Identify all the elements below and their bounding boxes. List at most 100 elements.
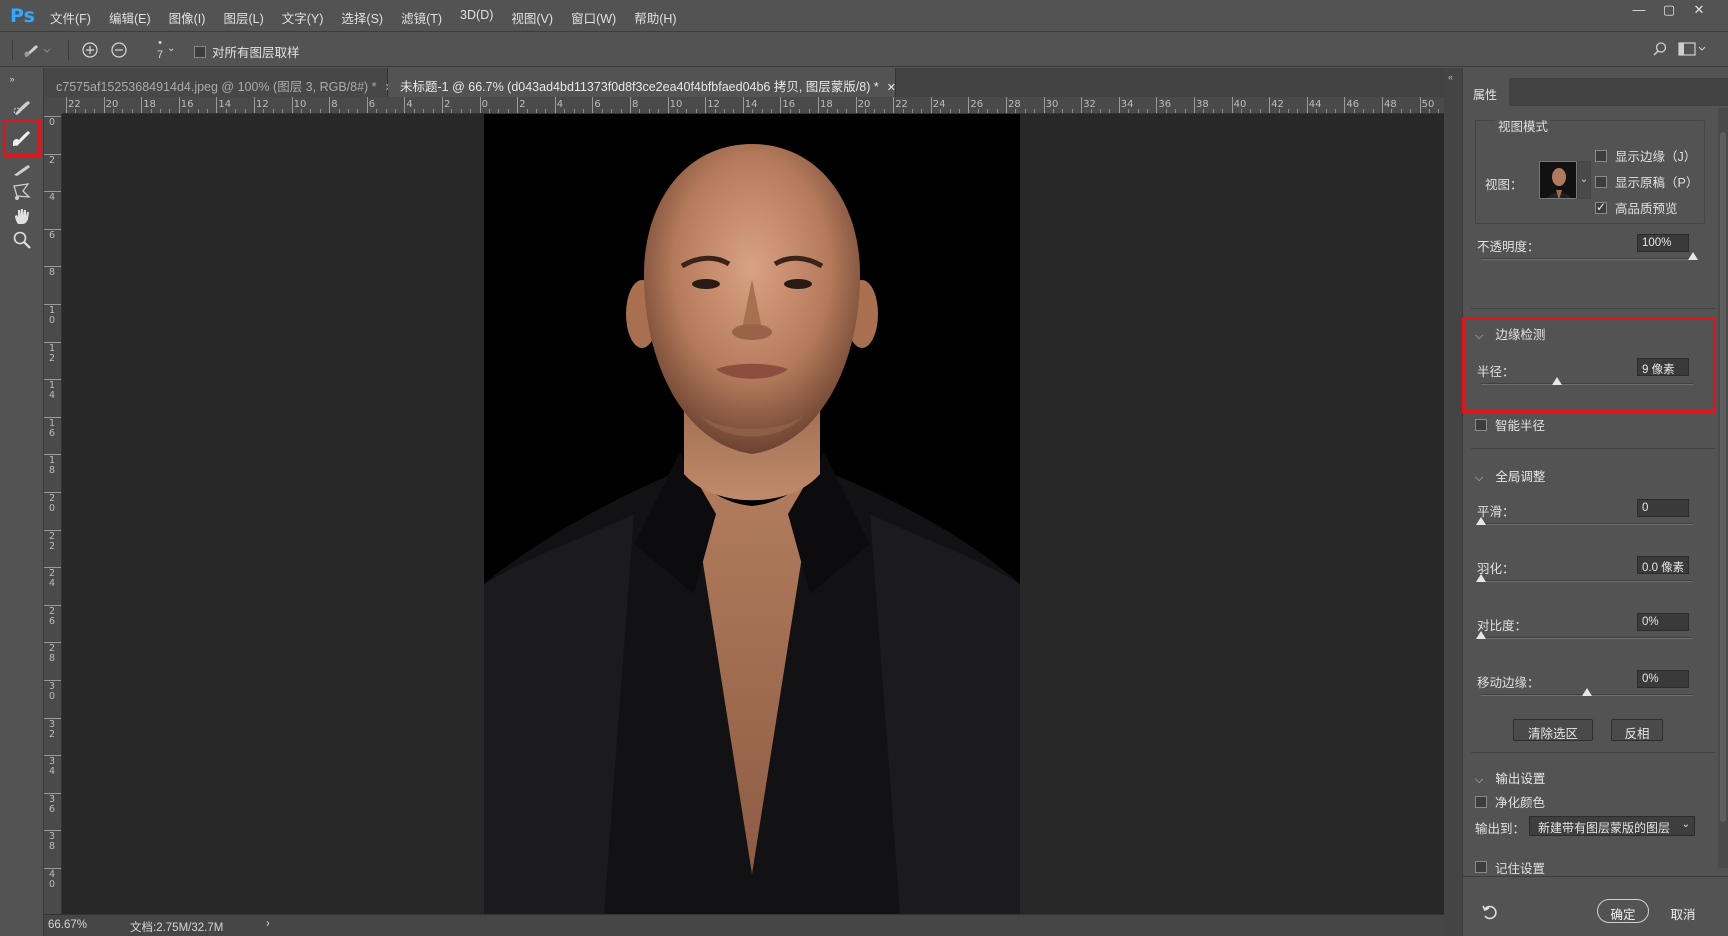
shift-edge-input[interactable]: 0%: [1637, 670, 1689, 688]
canvas-area[interactable]: [62, 114, 1444, 914]
ruler-minor-tick: [169, 109, 171, 113]
close-button[interactable]: ✕: [1684, 2, 1714, 18]
menu-view[interactable]: 视图(V): [511, 8, 553, 27]
sample-all-layers-option[interactable]: 对所有图层取样: [194, 42, 300, 61]
opacity-slider-thumb[interactable]: [1688, 252, 1698, 260]
close-icon[interactable]: ✕: [887, 82, 896, 94]
menu-edit[interactable]: 编辑(E): [109, 8, 151, 27]
smart-radius-checkbox[interactable]: [1475, 418, 1487, 431]
global-adjustments-header[interactable]: ⌵ 全局调整: [1475, 466, 1545, 485]
zoom-tool-icon[interactable]: [9, 228, 35, 252]
ruler-tick: [1306, 97, 1308, 113]
sample-all-layers-checkbox[interactable]: [194, 45, 206, 58]
smart-radius-option[interactable]: 智能半径: [1475, 415, 1545, 434]
contrast-slider-track[interactable]: [1481, 637, 1693, 639]
tab-document-1[interactable]: c7575af15253684914d4.jpeg @ 100% (图层 3, …: [44, 68, 394, 97]
menu-filter[interactable]: 滤镜(T): [401, 8, 442, 27]
ruler-tick: [44, 529, 61, 531]
search-icon[interactable]: [1652, 41, 1668, 60]
collapse-toolbox-icon[interactable]: »: [6, 74, 18, 84]
restore-button[interactable]: ▢: [1654, 2, 1684, 18]
ruler-tick: [1118, 97, 1120, 113]
collapse-panel-icon[interactable]: «: [1448, 72, 1453, 82]
quick-selection-tool-icon[interactable]: [9, 95, 35, 119]
ruler-minor-tick: [799, 109, 801, 113]
contrast-input[interactable]: 0%: [1637, 613, 1689, 631]
remember-settings-option[interactable]: 记住设置: [1475, 860, 1545, 874]
ruler-minor-tick: [1259, 109, 1261, 113]
brush-preset-icon[interactable]: [22, 41, 54, 62]
decontaminate-option[interactable]: 净化颜色: [1475, 792, 1545, 811]
feather-slider-track[interactable]: [1481, 580, 1693, 582]
smooth-slider-thumb[interactable]: [1476, 517, 1486, 525]
menu-help[interactable]: 帮助(H): [634, 8, 676, 27]
ruler-tick: [1344, 97, 1346, 113]
show-edge-option[interactable]: 显示边缘（J）: [1595, 146, 1696, 165]
ok-button[interactable]: 确定: [1597, 899, 1649, 923]
menu-file[interactable]: 文件(F): [50, 8, 91, 27]
chevron-down-icon[interactable]: ⌄: [1577, 161, 1591, 199]
menu-type[interactable]: 文字(Y): [282, 8, 324, 27]
ruler-tick: [44, 304, 61, 305]
brush-tool-icon[interactable]: [9, 158, 35, 182]
hq-preview-checkbox[interactable]: [1595, 200, 1607, 214]
view-mode-thumbnail[interactable]: [1539, 161, 1577, 199]
ruler-minor-tick: [1212, 109, 1214, 113]
chevron-down-icon[interactable]: ⌄: [167, 43, 175, 54]
hq-preview-option[interactable]: 高品质预览: [1595, 198, 1678, 217]
ruler-minor-tick: [451, 109, 453, 113]
ruler-tick: [1382, 97, 1383, 113]
opacity-slider-track[interactable]: [1481, 258, 1693, 260]
show-original-option[interactable]: 显示原稿（P）: [1595, 172, 1698, 191]
cancel-button[interactable]: 取消: [1657, 899, 1709, 923]
tab-document-2[interactable]: 未标题-1 @ 66.7% (d043ad4bd11373f0d8f3ce2ea…: [388, 68, 896, 97]
feather-input[interactable]: 0.0 像素: [1637, 556, 1689, 574]
ruler-tick: [667, 97, 669, 113]
ruler-minor-tick: [536, 109, 537, 113]
document-canvas[interactable]: [484, 114, 1020, 914]
reset-icon[interactable]: [1481, 903, 1499, 924]
ruler-tick: [254, 97, 255, 113]
subtract-from-selection-icon[interactable]: [110, 41, 128, 62]
show-original-checkbox[interactable]: [1595, 175, 1607, 188]
menu-layer[interactable]: 图层(L): [223, 8, 263, 27]
ruler-tick: [44, 604, 61, 606]
ruler-minor-tick: [122, 109, 124, 113]
contrast-slider-thumb[interactable]: [1476, 631, 1486, 639]
panel-scrollbar[interactable]: [1718, 108, 1728, 868]
feather-slider-thumb[interactable]: [1476, 574, 1486, 582]
workspace-switcher-icon[interactable]: [1678, 41, 1708, 60]
ruler-minor-tick: [789, 109, 791, 113]
invert-button[interactable]: 反相: [1611, 719, 1663, 741]
show-edge-checkbox[interactable]: [1595, 149, 1607, 162]
output-settings-header[interactable]: ⌵ 输出设置: [1475, 768, 1545, 787]
output-to-select[interactable]: 新建带有图层蒙版的图层 ⌄: [1529, 816, 1695, 836]
menu-window[interactable]: 窗口(W): [571, 8, 616, 27]
smooth-slider-track[interactable]: [1481, 523, 1693, 525]
ruler-minor-tick: [75, 109, 77, 113]
tab-properties[interactable]: 属性: [1463, 78, 1509, 106]
smooth-input[interactable]: 0: [1637, 499, 1689, 517]
menu-image[interactable]: 图像(I): [169, 8, 206, 27]
status-menu-arrow-icon[interactable]: ›: [266, 918, 270, 930]
ruler-minor-tick: [686, 109, 688, 113]
minimize-button[interactable]: —: [1624, 2, 1654, 18]
ruler-minor-tick: [432, 109, 434, 113]
ruler-tick-label: 10: [293, 99, 307, 110]
zoom-level[interactable]: 66.67%: [48, 919, 87, 931]
add-to-selection-icon[interactable]: [81, 41, 99, 62]
hand-tool-icon[interactable]: [9, 204, 35, 228]
lasso-tool-icon[interactable]: [9, 180, 35, 204]
ruler-minor-tick: [460, 109, 462, 113]
clear-selection-button[interactable]: 清除选区: [1513, 719, 1593, 741]
ruler-minor-tick: [357, 109, 359, 113]
decontaminate-checkbox[interactable]: [1475, 795, 1487, 808]
shift-edge-slider-thumb[interactable]: [1582, 688, 1592, 696]
menu-3d[interactable]: 3D(D): [460, 8, 493, 27]
remember-settings-checkbox[interactable]: [1475, 861, 1487, 873]
menu-select[interactable]: 选择(S): [341, 8, 383, 27]
scrollbar-thumb[interactable]: [1720, 132, 1726, 822]
ruler-minor-tick: [423, 109, 425, 113]
show-original-label: 显示原稿（P）: [1615, 176, 1699, 190]
opacity-input[interactable]: 100%: [1637, 234, 1689, 252]
